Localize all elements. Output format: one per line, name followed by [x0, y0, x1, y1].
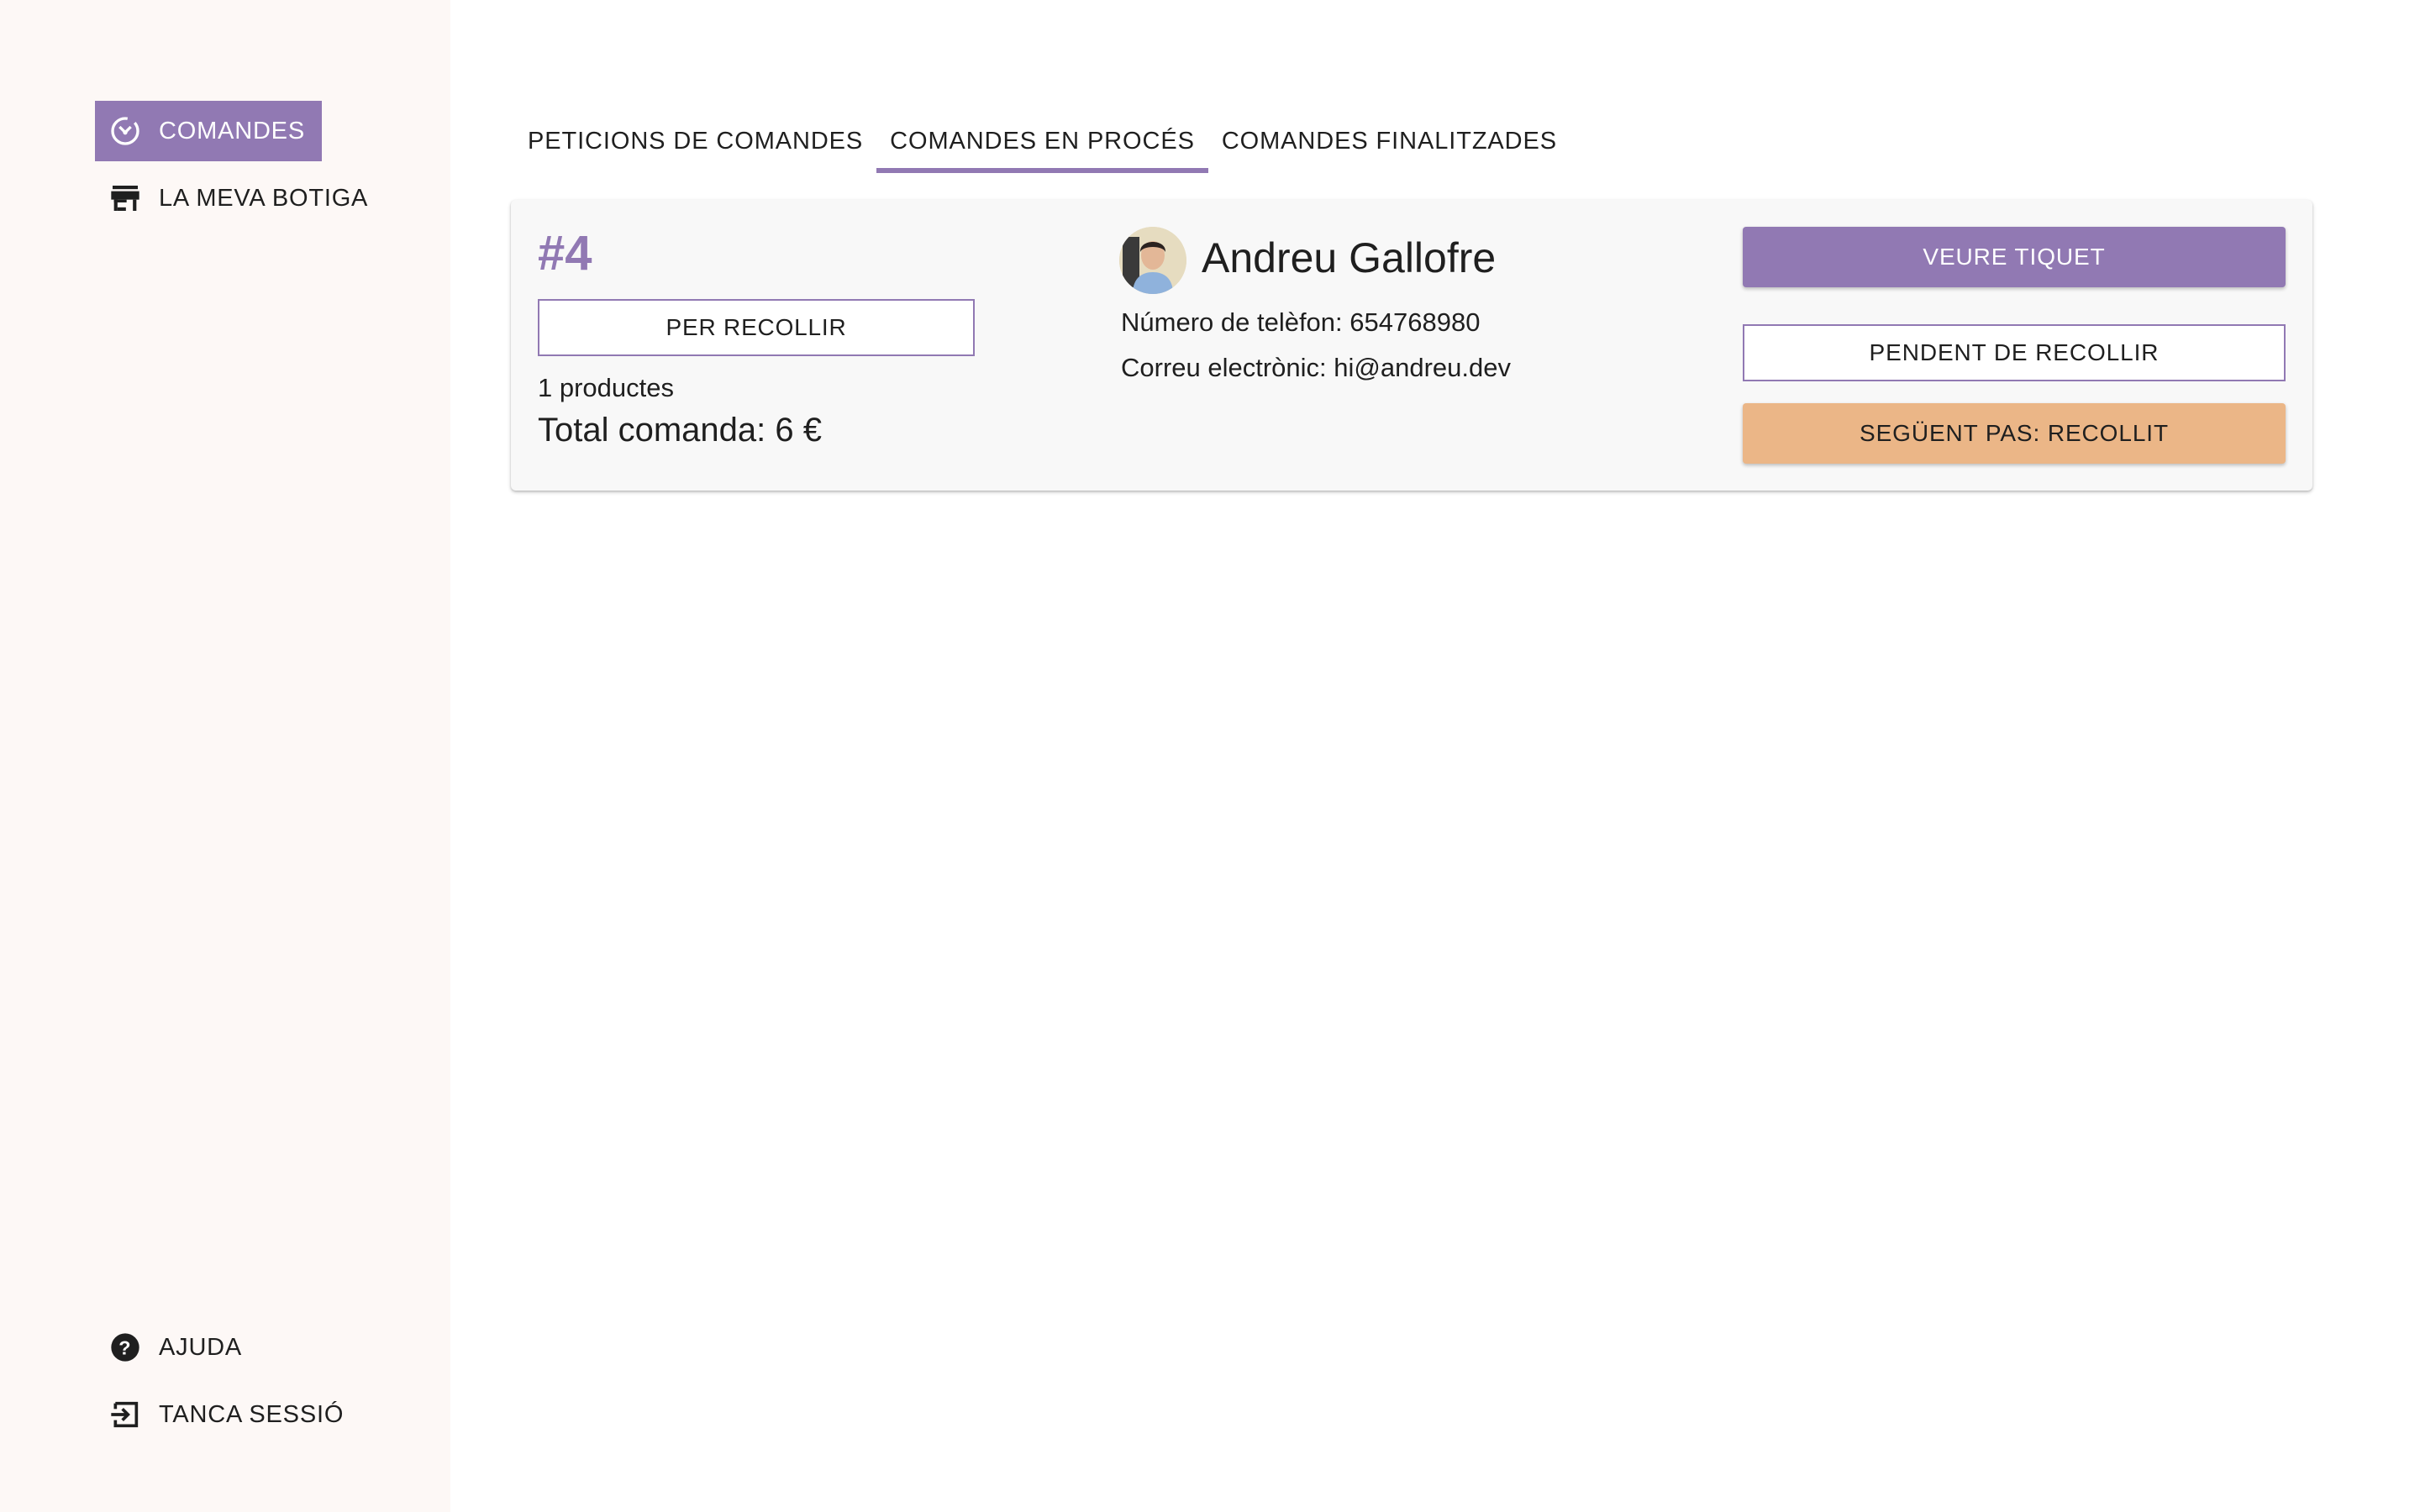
- svg-text:?: ?: [118, 1336, 132, 1358]
- sidebar: COMANDES LA MEVA BOTIGA ? AJUDA TANCA SE…: [0, 0, 450, 1512]
- sidebar-item-la-meva-botiga[interactable]: LA MEVA BOTIGA: [95, 168, 385, 228]
- next-step-button[interactable]: SEGÜENT PAS: RECOLLIT: [1743, 403, 2286, 464]
- order-total: Total comanda: 6 €: [538, 412, 822, 449]
- sidebar-item-comandes[interactable]: COMANDES: [95, 101, 322, 161]
- orders-timer-icon: [108, 114, 142, 148]
- order-card: #4 PER RECOLLIR 1 productes Total comand…: [511, 200, 2312, 491]
- order-products-count: 1 productes: [538, 373, 674, 402]
- logout-icon: [108, 1398, 142, 1431]
- app-root: COMANDES LA MEVA BOTIGA ? AJUDA TANCA SE…: [0, 0, 2420, 1512]
- customer-avatar: [1119, 227, 1186, 294]
- customer-email: Correu electrònic: hi@andreu.dev: [1121, 353, 1511, 382]
- view-ticket-button[interactable]: VEURE TIQUET: [1743, 227, 2286, 287]
- tab-comandes-en-proces[interactable]: COMANDES EN PROCÉS: [876, 108, 1208, 175]
- sidebar-item-label: AJUDA: [159, 1333, 243, 1361]
- order-status-badge: PER RECOLLIR: [538, 299, 975, 356]
- sidebar-item-label: LA MEVA BOTIGA: [159, 184, 369, 212]
- customer-phone: Número de telèfon: 654768980: [1121, 307, 1481, 337]
- sidebar-item-tanca-sessio[interactable]: TANCA SESSIÓ: [95, 1384, 360, 1445]
- store-icon: [108, 181, 142, 215]
- tab-comandes-finalitzades[interactable]: COMANDES FINALITZADES: [1208, 108, 1570, 175]
- sidebar-item-label: TANCA SESSIÓ: [159, 1400, 345, 1428]
- sidebar-item-label: COMANDES: [159, 117, 305, 144]
- order-tabs: PETICIONS DE COMANDES COMANDES EN PROCÉS…: [514, 108, 1570, 175]
- sidebar-item-ajuda[interactable]: ? AJUDA: [95, 1317, 259, 1378]
- help-icon: ?: [108, 1331, 142, 1364]
- order-number: #4: [538, 226, 592, 281]
- pending-pickup-button[interactable]: PENDENT DE RECOLLIR: [1743, 324, 2286, 381]
- tab-peticions-de-comandes[interactable]: PETICIONS DE COMANDES: [514, 108, 876, 175]
- customer-name: Andreu Gallofre: [1202, 234, 1497, 281]
